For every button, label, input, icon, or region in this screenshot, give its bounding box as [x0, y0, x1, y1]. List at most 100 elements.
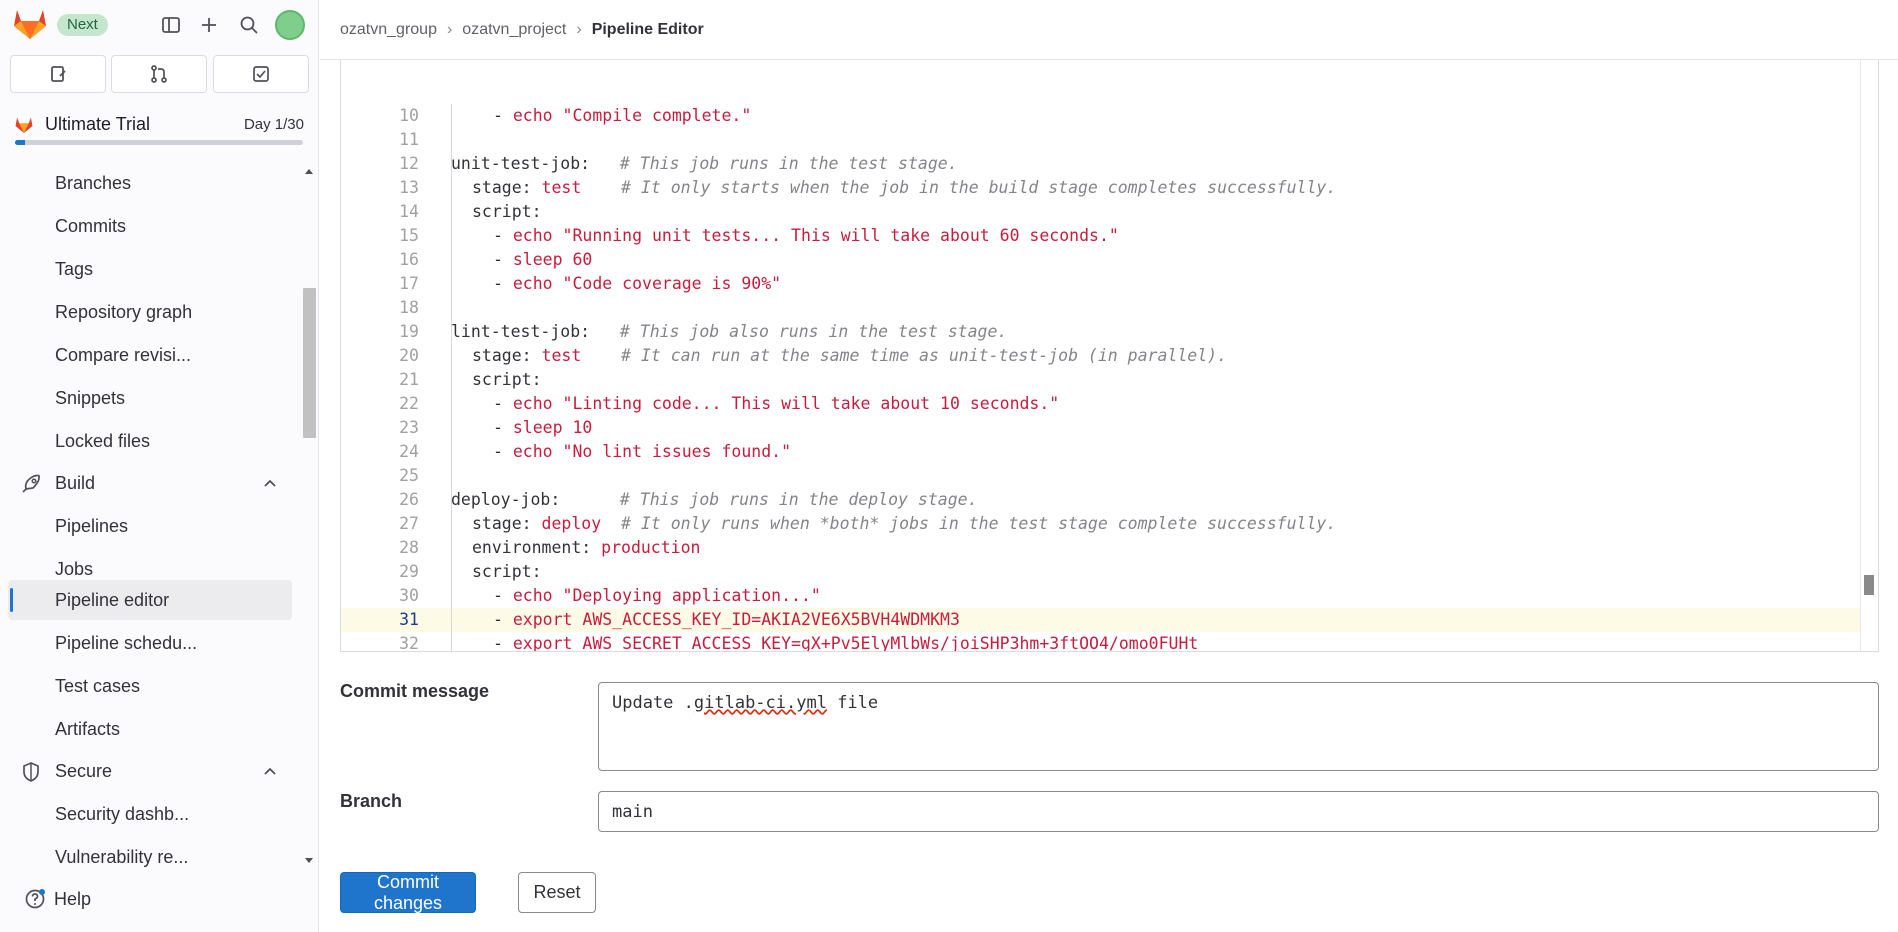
scroll-up-arrow-icon[interactable]: [304, 166, 314, 176]
breadcrumb-project[interactable]: ozatvn_project: [462, 21, 566, 39]
sidebar-scroll-thumb[interactable]: [303, 288, 316, 438]
indent-guide: [451, 632, 452, 651]
search-icon[interactable]: [236, 12, 262, 38]
editor-scroll-thumb[interactable]: [1864, 575, 1874, 595]
sidebar-item-repository-graph[interactable]: Repository graph: [8, 292, 292, 332]
sidebar-item-compare-revisions[interactable]: Compare revisi...: [8, 335, 292, 375]
indent-guide: [451, 584, 452, 608]
sidebar-section-secure[interactable]: Secure: [8, 751, 292, 791]
code-token: # It can run at the same time as unit-te…: [621, 346, 1228, 365]
code-line[interactable]: 10 - echo "Compile complete.": [341, 104, 1861, 128]
code-line[interactable]: 14 script:: [341, 200, 1861, 224]
code-text: stage: test # It can run at the same tim…: [472, 344, 1227, 368]
code-line[interactable]: 27 stage: deploy # It only runs when *bot…: [341, 512, 1861, 536]
code-token: stage:: [472, 346, 542, 365]
help-button[interactable]: Help: [24, 888, 91, 910]
scroll-down-arrow-icon[interactable]: [304, 856, 314, 866]
line-number: 21: [399, 370, 419, 389]
sidebar-item-branches[interactable]: Branches: [8, 163, 292, 203]
next-badge[interactable]: Next: [57, 14, 108, 36]
line-number: 17: [399, 274, 419, 293]
sidebar-item-pipeline-editor[interactable]: Pipeline editor: [8, 580, 292, 620]
sidebar-item-commits[interactable]: Commits: [8, 206, 292, 246]
code-token: script:: [472, 202, 542, 221]
code-token: -: [493, 442, 513, 461]
secure-section-label: Secure: [55, 760, 113, 781]
line-number: 18: [399, 298, 419, 317]
sidebar-item-test-cases[interactable]: Test cases: [8, 666, 292, 706]
code-line[interactable]: 23 - sleep 10: [341, 416, 1861, 440]
sidebar-item-snippets[interactable]: Snippets: [8, 378, 292, 418]
line-number: 24: [399, 442, 419, 461]
code-line[interactable]: 12 unit-test-job: # This job runs in the …: [341, 152, 1861, 176]
code-line[interactable]: 13 stage: test # It only starts when the …: [341, 176, 1861, 200]
commit-changes-button[interactable]: Commit changes: [340, 872, 476, 913]
line-number: 16: [399, 250, 419, 269]
sidebar-item-locked-files[interactable]: Locked files: [8, 421, 292, 461]
sidebar-scrollbar[interactable]: [301, 163, 317, 870]
trial-label: Ultimate Trial: [45, 114, 151, 134]
code-line[interactable]: 11: [341, 128, 1861, 152]
sidebar-topbar: Next: [0, 0, 319, 50]
code-line[interactable]: 28 environment: production: [341, 536, 1861, 560]
breadcrumb-current[interactable]: Pipeline Editor: [592, 21, 704, 39]
code-line[interactable]: 17 - echo "Code coverage is 90%": [341, 272, 1861, 296]
indent-guide: [451, 344, 452, 368]
sidebar-item-security-dashboard[interactable]: Security dashb...: [8, 794, 292, 834]
code-line[interactable]: 18: [341, 296, 1861, 320]
line-number: 30: [399, 586, 419, 605]
issues-button[interactable]: [10, 55, 106, 93]
sidebar-section-build[interactable]: Build: [8, 463, 292, 503]
code-line[interactable]: 32 - export AWS_SECRET_ACCESS_KEY=gX+Pv5E…: [341, 632, 1861, 651]
indent-guide: [451, 176, 452, 200]
sidebar-item-pipeline-schedules[interactable]: Pipeline schedu...: [8, 623, 292, 663]
gitlab-logo-icon[interactable]: [12, 7, 48, 41]
line-number: 27: [399, 514, 419, 533]
sidebar-item-tags[interactable]: Tags: [8, 249, 292, 289]
code-line[interactable]: 15 - echo "Running unit tests... This wil…: [341, 224, 1861, 248]
reset-button[interactable]: Reset: [518, 872, 596, 913]
code-text: - echo "Compile complete.": [493, 104, 751, 128]
code-text: lint-test-job: # This job also runs in t…: [451, 320, 1007, 344]
shield-icon: [20, 761, 42, 783]
sidebar-item-vulnerability-report[interactable]: Vulnerability re...: [8, 837, 292, 872]
user-avatar[interactable]: [275, 10, 305, 40]
plus-icon[interactable]: [196, 12, 222, 38]
breadcrumb-separator-icon: ›: [576, 20, 582, 38]
code-token: -: [493, 106, 513, 125]
code-line[interactable]: 26 deploy-job: # This job runs in the dep…: [341, 488, 1861, 512]
trial-progress-fill: [15, 140, 25, 145]
merge-requests-button[interactable]: [111, 55, 207, 93]
indent-guide: [451, 248, 452, 272]
code-token: -: [493, 394, 513, 413]
code-line[interactable]: 19 lint-test-job: # This job also runs in…: [341, 320, 1861, 344]
line-number: 10: [399, 106, 419, 125]
code-line[interactable]: 29 script:: [341, 560, 1861, 584]
code-line[interactable]: 22 - echo "Linting code... This will take…: [341, 392, 1861, 416]
code-text: deploy-job: # This job runs in the deplo…: [451, 488, 978, 512]
code-line[interactable]: 25: [341, 464, 1861, 488]
code-line[interactable]: 20 stage: test # It can run at the same t…: [341, 344, 1861, 368]
editor-scrollbar[interactable]: [1860, 60, 1878, 651]
commit-message-input[interactable]: Update .gitlab-ci.yml file: [598, 682, 1879, 771]
code-line[interactable]: 21 script:: [341, 368, 1861, 392]
code-token: test: [541, 346, 582, 365]
line-number: 11: [399, 130, 419, 149]
todos-button[interactable]: [213, 55, 309, 93]
code-line[interactable]: 30 - echo "Deploying application...": [341, 584, 1861, 608]
sidebar-item-pipelines[interactable]: Pipelines: [8, 506, 292, 546]
code-line[interactable]: 31 - export AWS_ACCESS_KEY_ID=AKIA2VE6X5B…: [341, 608, 1861, 632]
sidebar-toggle-icon[interactable]: [158, 12, 184, 38]
code-line[interactable]: 24 - echo "No lint issues found.": [341, 440, 1861, 464]
line-number: 23: [399, 418, 419, 437]
indent-guide: [451, 104, 452, 128]
code-token: echo "Compile complete.": [512, 106, 752, 125]
branch-input[interactable]: main: [598, 791, 1879, 832]
code-line[interactable]: 16 - sleep 60: [341, 248, 1861, 272]
sidebar-item-artifacts[interactable]: Artifacts: [8, 709, 292, 749]
trial-widget[interactable]: Ultimate Trial Day 1/30: [14, 112, 304, 152]
indent-guide: [451, 296, 452, 320]
breadcrumb-group[interactable]: ozatvn_group: [340, 21, 437, 39]
code-editor[interactable]: 10 - echo "Compile complete." 11 12 unit-tes…: [340, 60, 1879, 652]
